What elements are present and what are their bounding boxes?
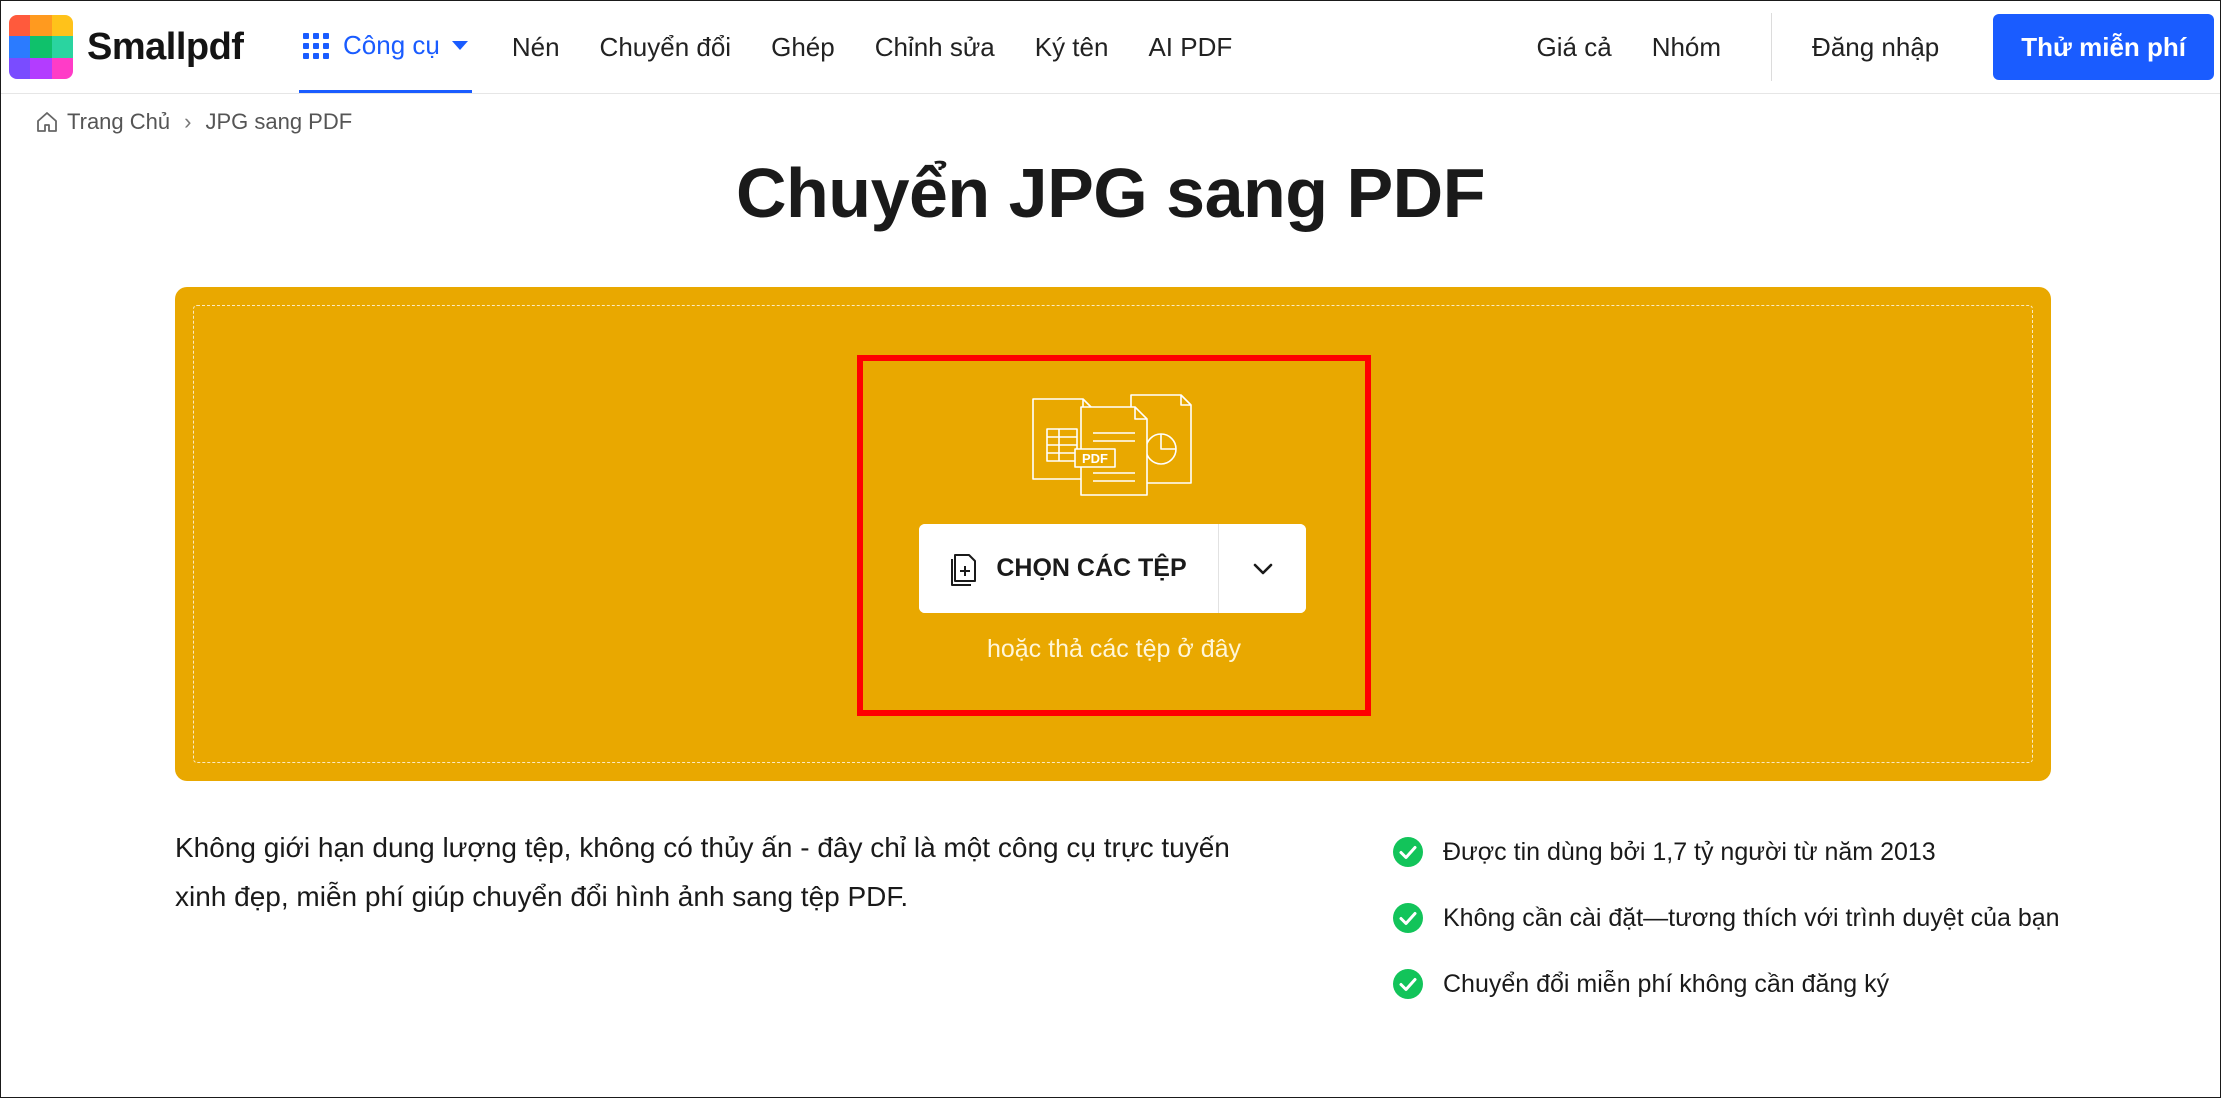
- pdf-label: PDF: [1082, 451, 1108, 466]
- breadcrumb: Trang Chủ › JPG sang PDF: [35, 109, 352, 135]
- feature-text: Không cần cài đặt—tương thích với trình …: [1443, 903, 2060, 932]
- home-icon: [37, 112, 57, 132]
- check-circle-icon: [1393, 837, 1423, 867]
- tools-menu-label: Công cụ: [343, 30, 440, 60]
- account-nav: Giá cả Nhóm Đăng nhập Thử miễn phí: [1497, 1, 2220, 93]
- smallpdf-logo-mark-icon: [9, 15, 73, 79]
- nav-link-compress[interactable]: Nén: [512, 32, 560, 63]
- nav-link-edit[interactable]: Chỉnh sửa: [875, 32, 995, 63]
- choose-files-button[interactable]: CHỌN CÁC TỆP: [919, 524, 1218, 613]
- top-navigation-bar: Smallpdf Công cụ Nén Chuyển đổi Ghép Chỉ…: [1, 1, 2220, 94]
- smallpdf-logo[interactable]: Smallpdf: [9, 15, 244, 79]
- nav-link-convert[interactable]: Chuyển đổi: [600, 32, 732, 63]
- nav-link-merge[interactable]: Ghép: [771, 32, 835, 63]
- free-trial-button[interactable]: Thử miễn phí: [1993, 14, 2214, 80]
- choose-files-label: CHỌN CÁC TỆP: [996, 554, 1187, 582]
- add-file-icon: [951, 553, 977, 586]
- documents-illustration-icon: PDF: [1032, 394, 1192, 496]
- nav-divider: [1771, 13, 1773, 81]
- brand-name: Smallpdf: [87, 25, 244, 68]
- tools-menu-button[interactable]: Công cụ: [299, 1, 472, 93]
- feature-text: Được tin dùng bởi 1,7 tỷ người từ năm 20…: [1443, 837, 1936, 866]
- browser-viewport: Smallpdf Công cụ Nén Chuyển đổi Ghép Chỉ…: [0, 0, 2221, 1098]
- main-nav: Công cụ Nén Chuyển đổi Ghép Chỉnh sửa Ký…: [299, 1, 1232, 93]
- upload-source-dropdown[interactable]: [1218, 524, 1306, 613]
- breadcrumb-separator: ›: [184, 109, 192, 134]
- check-circle-icon: [1393, 903, 1423, 933]
- breadcrumb-current: JPG sang PDF: [205, 109, 353, 134]
- feature-text: Chuyển đổi miễn phí không cần đăng ký: [1443, 969, 1890, 998]
- nav-link-ai-pdf[interactable]: AI PDF: [1148, 32, 1232, 63]
- feature-item: Chuyển đổi miễn phí không cần đăng ký: [1393, 951, 2060, 1017]
- breadcrumb-home-link[interactable]: Trang Chủ: [67, 109, 170, 135]
- feature-item: Được tin dùng bởi 1,7 tỷ người từ năm 20…: [1393, 819, 2060, 885]
- nav-link-sign[interactable]: Ký tên: [1035, 32, 1109, 63]
- feature-item: Không cần cài đặt—tương thích với trình …: [1393, 885, 2060, 951]
- choose-files-control: CHỌN CÁC TỆP: [919, 524, 1306, 613]
- caret-down-icon: [451, 41, 468, 50]
- login-link[interactable]: Đăng nhập: [1812, 32, 1939, 63]
- nav-link-pricing[interactable]: Giá cả: [1537, 32, 1612, 63]
- apps-grid-icon: [303, 32, 329, 59]
- page-title: Chuyển JPG sang PDF: [736, 154, 1485, 232]
- drop-files-hint: hoặc thả các tệp ở đây: [986, 635, 1242, 663]
- check-circle-icon: [1393, 969, 1423, 999]
- feature-list: Được tin dùng bởi 1,7 tỷ người từ năm 20…: [1393, 819, 2060, 1017]
- tool-description: Không giới hạn dung lượng tệp, không có …: [175, 832, 1230, 912]
- nav-link-teams[interactable]: Nhóm: [1652, 32, 1721, 63]
- chevron-down-icon: [1253, 563, 1272, 574]
